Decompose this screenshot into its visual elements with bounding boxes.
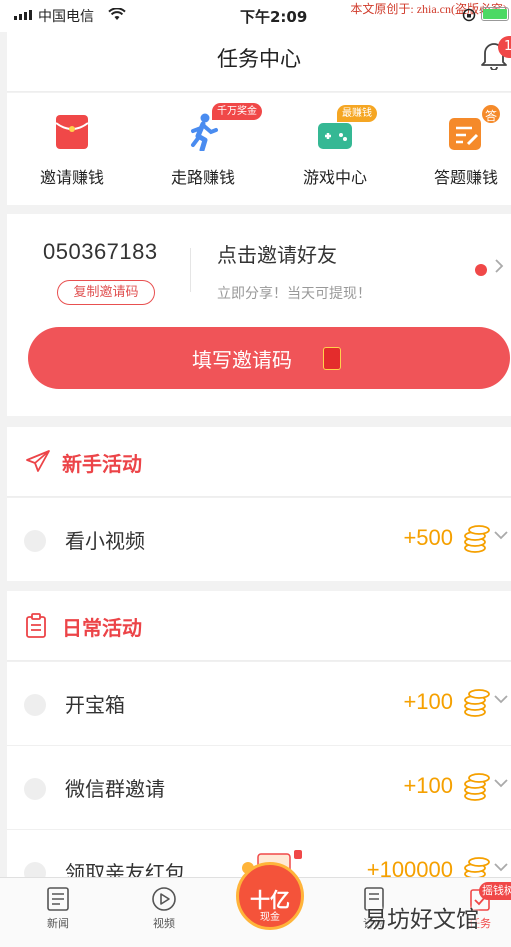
quiz-badge: 答: [480, 103, 502, 125]
invite-friends-link[interactable]: 点击邀请好友: [217, 239, 337, 268]
header-bar: 任务中心 10: [7, 32, 511, 92]
copy-invite-code-button[interactable]: 复制邀请码: [57, 280, 155, 305]
section-header: 新手活动: [7, 427, 511, 497]
play-circle-icon: [151, 886, 177, 912]
fill-invite-code-label: 填写邀请码: [192, 348, 292, 372]
carrier-name: 中国电信: [38, 9, 94, 25]
overlay-watermark: 易坊好文馆: [364, 907, 479, 933]
task-status-dot: [24, 694, 46, 716]
newbie-activities-section: 新手活动 看小视频 +500: [7, 427, 511, 581]
task-status-dot: [24, 778, 46, 800]
quick-action-label: 游戏中心: [302, 168, 367, 187]
quick-action-walk[interactable]: 走路赚钱 千万奖金: [153, 103, 262, 188]
task-reward: +100: [403, 773, 453, 798]
bonus-tag: 千万奖金: [212, 103, 262, 120]
quick-action-invite[interactable]: 邀请赚钱: [22, 111, 122, 188]
news-icon: [45, 886, 71, 912]
tab-label: 视频: [153, 917, 175, 930]
quick-action-quiz[interactable]: 答题赚钱 答: [416, 103, 511, 188]
unread-dot: [475, 264, 487, 276]
paper-plane-icon: [25, 449, 50, 475]
quick-action-games[interactable]: 游戏中心 最赚钱: [285, 105, 385, 188]
coins-icon: [463, 688, 491, 718]
coins-icon: [463, 772, 491, 802]
quick-action-label: 邀请赚钱: [39, 168, 104, 187]
tab-label: 新闻: [47, 917, 69, 930]
status-bar: 中国电信 下午2:09 本文原创于: zhia.cn(盗版必究): [0, 0, 511, 32]
chevron-down-icon[interactable]: [493, 858, 509, 876]
task-status-dot: [24, 530, 46, 552]
center-button-subtitle: 现金: [260, 912, 280, 923]
daily-activities-section: 日常活动 开宝箱 +100 微信群邀请 +100 领取亲友红包 +100000: [7, 591, 511, 885]
battery-icon: [481, 7, 509, 21]
fill-invite-code-button[interactable]: 填写邀请码: [28, 327, 510, 389]
section-header: 日常活动: [7, 591, 511, 661]
task-name: 开宝箱: [65, 693, 125, 717]
quick-actions: 邀请赚钱 走路赚钱 千万奖金 游戏中心 最赚钱 答题赚钱 答: [7, 93, 511, 205]
chevron-down-icon[interactable]: [493, 526, 509, 544]
task-row[interactable]: 微信群邀请 +100: [7, 745, 511, 829]
best-earning-tag: 最赚钱: [337, 105, 377, 122]
divider: [190, 248, 191, 292]
invite-card: 050367183 复制邀请码 点击邀请好友 立即分享！当天可提现！ 填写邀请码: [7, 214, 511, 416]
signal-strength-icon: [14, 10, 32, 20]
rotation-lock-icon: [462, 8, 476, 25]
section-title: 新手活动: [62, 452, 142, 476]
task-reward: +500: [403, 525, 453, 550]
invite-code: 050367183: [43, 239, 158, 264]
quick-action-label: 答题赚钱: [433, 168, 498, 187]
task-row[interactable]: 看小视频 +500: [7, 497, 511, 581]
task-row[interactable]: 开宝箱 +100: [7, 661, 511, 745]
red-envelope-icon: [323, 347, 341, 370]
red-envelope-icon: [22, 111, 122, 151]
clipboard-icon: [25, 613, 49, 639]
section-title: 日常活动: [62, 616, 142, 640]
page-title: 任务中心: [217, 47, 301, 71]
task-name: 看小视频: [65, 529, 145, 553]
money-tree-tag: 摇钱树: [479, 882, 511, 900]
chevron-down-icon[interactable]: [493, 690, 509, 708]
coins-icon: [463, 524, 491, 554]
task-name: 微信群邀请: [65, 777, 165, 801]
invite-subtitle: 立即分享！当天可提现！: [217, 286, 371, 302]
task-reward: +100: [403, 689, 453, 714]
quick-action-label: 走路赚钱: [170, 168, 235, 187]
chevron-right-icon[interactable]: [494, 258, 504, 278]
tab-video[interactable]: 视频: [134, 886, 194, 931]
status-time: 下午2:09: [240, 8, 308, 26]
wifi-icon: [108, 7, 126, 25]
billion-cash-button[interactable]: 十亿 现金: [232, 846, 308, 934]
tab-news[interactable]: 新闻: [28, 886, 88, 931]
chevron-down-icon[interactable]: [493, 774, 509, 792]
